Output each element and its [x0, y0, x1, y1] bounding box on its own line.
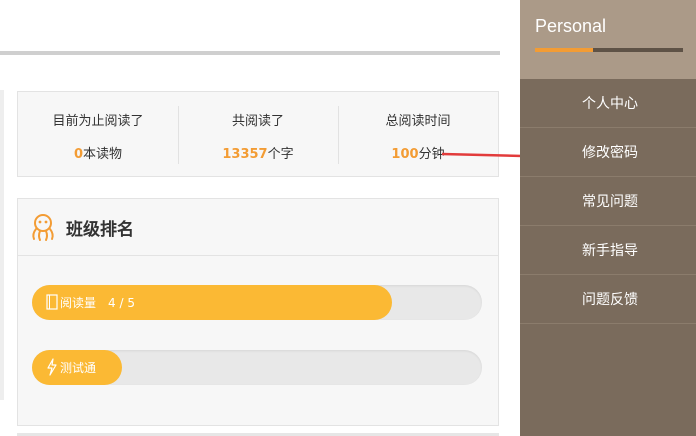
test-pass-bar: 测试通: [32, 350, 482, 385]
top-divider: [0, 51, 500, 55]
stat-number: 100: [391, 147, 419, 162]
stat-unit: 本读物: [83, 147, 123, 162]
ranking-header: 班级排名: [18, 199, 498, 256]
personal-sidebar: Personal 个人中心 修改密码 常见问题 新手指导 问题反馈: [520, 0, 696, 436]
stat-label: 目前为止阅读了: [52, 114, 144, 129]
ranking-title: 班级排名: [66, 219, 134, 240]
bar-label: 阅读量: [60, 296, 97, 310]
sidebar-item-beginner-guide[interactable]: 新手指导: [520, 226, 696, 275]
sidebar-item-feedback[interactable]: 问题反馈: [520, 275, 696, 324]
class-ranking-panel: 班级排名 阅读量 4 / 5 测试通: [17, 198, 499, 426]
left-edge-panel: [0, 90, 4, 400]
sidebar-title: Personal: [535, 16, 607, 36]
octopus-icon: [32, 214, 54, 241]
sidebar-item-faq[interactable]: 常见问题: [520, 177, 696, 226]
sidebar-title-underline-track: [593, 48, 683, 52]
sidebar-item-change-password[interactable]: 修改密码: [520, 128, 696, 177]
stat-number: 13357: [222, 147, 268, 162]
stat-words-read: 共阅读了 13357个字: [178, 104, 338, 164]
bar-label: 测试通: [60, 361, 97, 375]
reading-volume-fill: 阅读量 4 / 5: [32, 285, 392, 320]
stat-number: 0: [73, 147, 84, 162]
test-pass-fill: 测试通: [32, 350, 122, 385]
stat-label: 总阅读时间: [385, 114, 451, 129]
reading-volume-bar: 阅读量 4 / 5: [32, 285, 482, 320]
sidebar-header: Personal: [520, 0, 696, 79]
book-icon: [46, 294, 58, 310]
reading-stats-panel: 目前为止阅读了 0本读物 共阅读了 13357个字 总阅读时间 100分钟: [17, 91, 499, 177]
stat-books-read: 目前为止阅读了 0本读物: [18, 104, 178, 164]
bar-value: 4 / 5: [108, 295, 135, 310]
stat-label: 共阅读了: [231, 114, 284, 129]
sidebar-item-personal-center[interactable]: 个人中心: [520, 79, 696, 128]
stat-unit: 个字: [267, 147, 294, 162]
lightning-icon: [47, 358, 57, 376]
sidebar-title-underline: [535, 48, 593, 52]
